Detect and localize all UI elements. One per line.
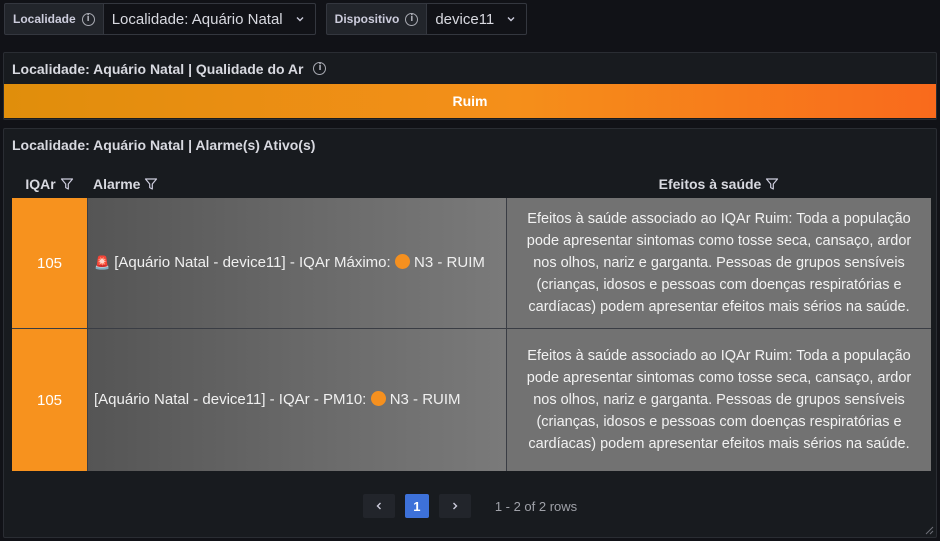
orange-circle-icon bbox=[370, 391, 386, 406]
health-effects-text: Efeitos à saúde associado ao IQAr Ruim: … bbox=[526, 211, 912, 315]
chevron-right-icon bbox=[452, 502, 458, 510]
column-header-label: Efeitos à saúde bbox=[658, 175, 762, 192]
panel-header: Localidade: Aquário Natal | Qualidade do… bbox=[4, 53, 936, 84]
alarm-text-part2: N3 - RUIM bbox=[414, 254, 485, 271]
iqar-cell: 105 bbox=[12, 198, 87, 328]
iqar-value: 105 bbox=[36, 391, 63, 409]
previous-page-button[interactable] bbox=[362, 494, 395, 518]
filter-icon[interactable] bbox=[144, 177, 158, 191]
column-header-label: Alarme bbox=[93, 175, 141, 192]
dispositivo-label-text: Dispositivo bbox=[334, 12, 400, 26]
panel-header: Localidade: Aquário Natal | Alarme(s) At… bbox=[4, 129, 936, 161]
localidade-value: Localidade: Aquário Natal bbox=[111, 10, 283, 28]
alarm-text-part2: N3 - RUIM bbox=[389, 391, 461, 408]
alarm-cell: 🚨 [Aquário Natal - device11] - IQAr Máxim… bbox=[87, 198, 507, 328]
panel-title: Localidade: Aquário Natal | Qualidade do… bbox=[12, 60, 304, 77]
alarm-text: [Aquário Natal - device11] - IQAr - PM10… bbox=[94, 389, 461, 411]
alarm-text: 🚨 [Aquário Natal - device11] - IQAr Máxim… bbox=[94, 252, 485, 274]
dispositivo-label: Dispositivo i bbox=[325, 3, 427, 35]
variable-bar: Localidade i Localidade: Aquário Natal D… bbox=[4, 3, 528, 35]
page-1-button[interactable]: 1 bbox=[404, 494, 429, 518]
table-row: 105 [Aquário Natal - device11] - IQAr - … bbox=[12, 329, 931, 471]
column-header-alarme[interactable]: Alarme bbox=[87, 176, 507, 192]
alarm-text-part1: [Aquário Natal - device11] - IQAr Máximo… bbox=[114, 254, 391, 271]
chevron-down-icon bbox=[296, 17, 304, 22]
iqar-cell: 105 bbox=[12, 329, 87, 471]
orange-circle-icon bbox=[394, 254, 410, 269]
table-header: IQAr Alarme Efeitos à saúde bbox=[12, 169, 931, 198]
localidade-variable: Localidade i Localidade: Aquário Natal bbox=[4, 3, 316, 35]
alarms-table: IQAr Alarme Efeitos à saúde 105 🚨 [Aquári… bbox=[12, 169, 931, 471]
siren-icon: 🚨 bbox=[94, 255, 111, 270]
column-header-label: IQAr bbox=[25, 175, 56, 192]
table-row: 105 🚨 [Aquário Natal - device11] - IQAr M… bbox=[12, 198, 931, 329]
iqar-value: 105 bbox=[36, 254, 63, 272]
pagination: 1 1 - 2 of 2 rows bbox=[4, 494, 936, 518]
info-icon[interactable]: i bbox=[313, 62, 327, 75]
dispositivo-value: device11 bbox=[435, 10, 495, 28]
air-quality-panel: Localidade: Aquário Natal | Qualidade do… bbox=[3, 52, 937, 120]
localidade-select[interactable]: Localidade: Aquário Natal bbox=[102, 3, 316, 35]
resize-handle-icon[interactable] bbox=[924, 525, 934, 535]
filter-icon[interactable] bbox=[60, 177, 74, 191]
health-effects-cell: Efeitos à saúde associado ao IQAr Ruim: … bbox=[507, 198, 931, 328]
localidade-label: Localidade i bbox=[4, 3, 103, 35]
panel-title: Localidade: Aquário Natal | Alarme(s) At… bbox=[12, 137, 316, 153]
info-icon[interactable]: i bbox=[81, 12, 95, 26]
alarm-cell: [Aquário Natal - device11] - IQAr - PM10… bbox=[87, 329, 507, 471]
chevron-left-icon bbox=[376, 502, 381, 510]
pagination-summary: 1 - 2 of 2 rows bbox=[494, 498, 578, 514]
info-icon[interactable]: i bbox=[405, 12, 419, 26]
localidade-label-text: Localidade bbox=[13, 12, 76, 26]
page-number: 1 bbox=[413, 498, 421, 514]
alarms-panel: Localidade: Aquário Natal | Alarme(s) At… bbox=[3, 128, 937, 538]
air-quality-status-bar: Ruim bbox=[4, 84, 936, 118]
column-header-efeitos[interactable]: Efeitos à saúde bbox=[507, 176, 931, 192]
dispositivo-select[interactable]: device11 bbox=[426, 3, 528, 35]
next-page-button[interactable] bbox=[438, 494, 471, 518]
alarm-text-part1: [Aquário Natal - device11] - IQAr - PM10… bbox=[94, 391, 367, 408]
health-effects-text: Efeitos à saúde associado ao IQAr Ruim: … bbox=[526, 348, 912, 452]
dispositivo-variable: Dispositivo i device11 bbox=[325, 3, 528, 35]
chevron-down-icon bbox=[507, 17, 515, 22]
filter-icon[interactable] bbox=[765, 177, 779, 191]
health-effects-cell: Efeitos à saúde associado ao IQAr Ruim: … bbox=[507, 329, 931, 471]
column-header-iqar[interactable]: IQAr bbox=[12, 176, 87, 192]
air-quality-value: Ruim bbox=[452, 93, 488, 109]
